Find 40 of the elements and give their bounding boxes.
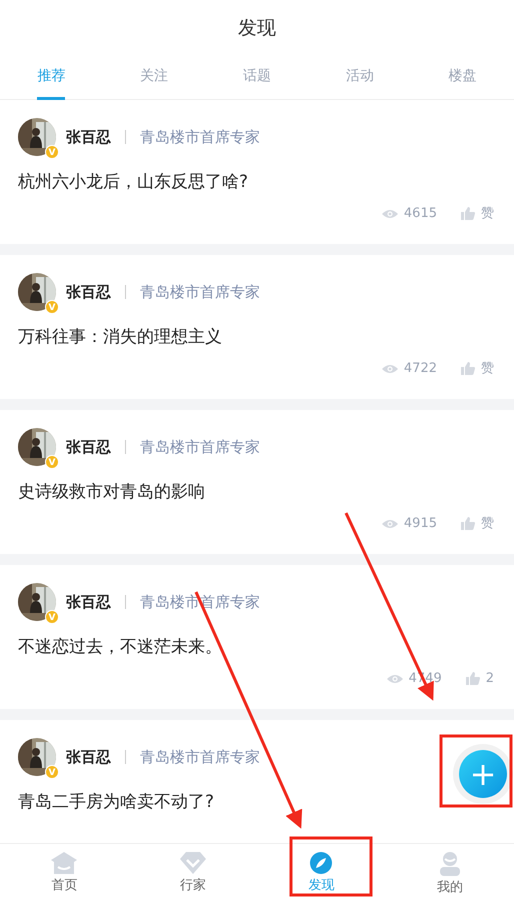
- view-count: 4915: [404, 515, 437, 533]
- author-name[interactable]: 张百忍: [66, 126, 111, 148]
- eye-icon: [382, 518, 398, 529]
- author-title: 青岛楼市首席专家: [140, 436, 260, 458]
- nav-tab[interactable]: 我的: [386, 844, 514, 899]
- thumbs-up-icon: [461, 362, 475, 376]
- thumbs-up-icon: [466, 672, 480, 686]
- verified-badge: V: [45, 455, 59, 469]
- eye-icon: [386, 674, 403, 684]
- thumbs-up-icon: [461, 207, 475, 220]
- author-name[interactable]: 张百忍: [66, 746, 111, 768]
- eye-icon: [382, 364, 398, 374]
- author-name[interactable]: 张百忍: [66, 590, 111, 614]
- home-icon: [51, 852, 78, 874]
- author-title: 青岛楼市首席专家: [140, 126, 260, 148]
- post-card[interactable]: V 张百忍 青岛楼市首席专家 史诗级救市对青岛的影响 4915 赞: [0, 410, 514, 554]
- verified-badge: V: [45, 300, 59, 314]
- eye-icon: [382, 208, 398, 219]
- compass-icon: [310, 852, 332, 874]
- author-name[interactable]: 张百忍: [66, 280, 111, 304]
- nav-tab[interactable]: 行家: [128, 844, 257, 899]
- verified-badge: V: [45, 145, 59, 159]
- author-title: 青岛楼市首席专家: [140, 282, 260, 303]
- thumbs-up-icon: [461, 517, 475, 530]
- view-count: 4722: [404, 360, 437, 378]
- author-name[interactable]: 张百忍: [66, 436, 111, 458]
- verified-badge: V: [45, 765, 59, 779]
- post-title[interactable]: 史诗级救市对青岛的影响: [18, 480, 494, 506]
- post-title[interactable]: 万科往事：消失的理想主义: [18, 325, 494, 350]
- post-card[interactable]: V 张百忍 青岛楼市首席专家 万科往事：消失的理想主义 4722 赞: [0, 255, 514, 399]
- nav-tab[interactable]: 首页: [0, 844, 128, 899]
- post-title[interactable]: 不迷恋过去，不迷茫未来。: [18, 635, 494, 660]
- page-title: 发现: [238, 16, 276, 41]
- user-icon: [438, 852, 461, 876]
- post-card[interactable]: V 张百忍 青岛楼市首席专家 杭州六小龙后，山东反思了啥? 4615 赞: [0, 100, 514, 244]
- post-title[interactable]: 杭州六小龙后，山东反思了啥?: [18, 170, 494, 196]
- diamond-icon: [180, 852, 206, 874]
- verified-badge: V: [45, 610, 59, 624]
- view-count: 4615: [404, 205, 437, 223]
- author-title: 青岛楼市首席专家: [140, 746, 260, 768]
